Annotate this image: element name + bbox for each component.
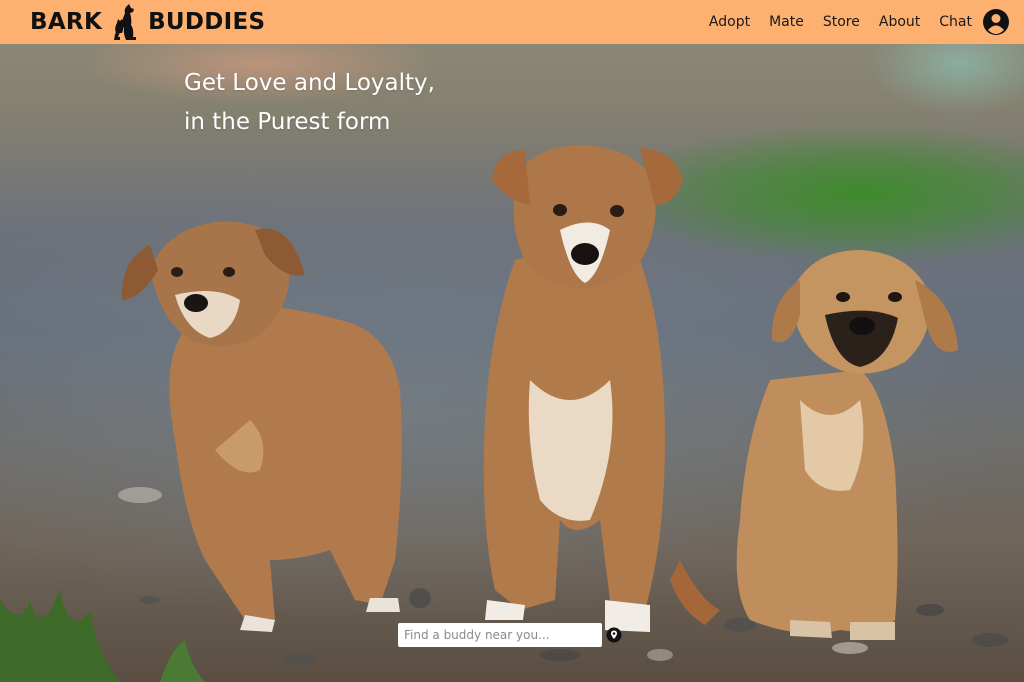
- middle-puppy: [483, 145, 720, 632]
- dog-cat-silhouette-icon: [112, 3, 142, 41]
- tagline-line-2: in the Purest form: [184, 109, 391, 135]
- nav-adopt-link[interactable]: Adopt: [709, 14, 750, 30]
- buddy-search-input[interactable]: [398, 623, 602, 647]
- tagline-line-1: Get Love and Loyalty,: [184, 70, 435, 96]
- left-puppy: [121, 221, 402, 632]
- nav-menu: Adopt Mate Store About Chat: [709, 8, 1010, 36]
- nav-chat-link[interactable]: Chat: [939, 14, 972, 30]
- buddy-search: [398, 623, 622, 647]
- location-pin-icon[interactable]: [606, 627, 622, 643]
- right-puppy: [736, 250, 958, 640]
- brand-name-left: BARK: [30, 9, 103, 35]
- grass: [0, 590, 205, 682]
- nav-mate-link[interactable]: Mate: [769, 14, 804, 30]
- account-circle-icon[interactable]: [982, 8, 1010, 36]
- nav-store-link[interactable]: Store: [823, 14, 860, 30]
- navbar: BARK BUDDIES Adopt Mate Store About Chat: [0, 0, 1024, 44]
- puppies-image: [0, 145, 1008, 682]
- hero-tagline: Get Love and Loyalty, in the Purest form: [184, 64, 435, 142]
- brand-logo[interactable]: BARK BUDDIES: [30, 3, 265, 41]
- hero-background: [0, 44, 1024, 682]
- brand-name-right: BUDDIES: [148, 9, 266, 35]
- nav-about-link[interactable]: About: [879, 14, 920, 30]
